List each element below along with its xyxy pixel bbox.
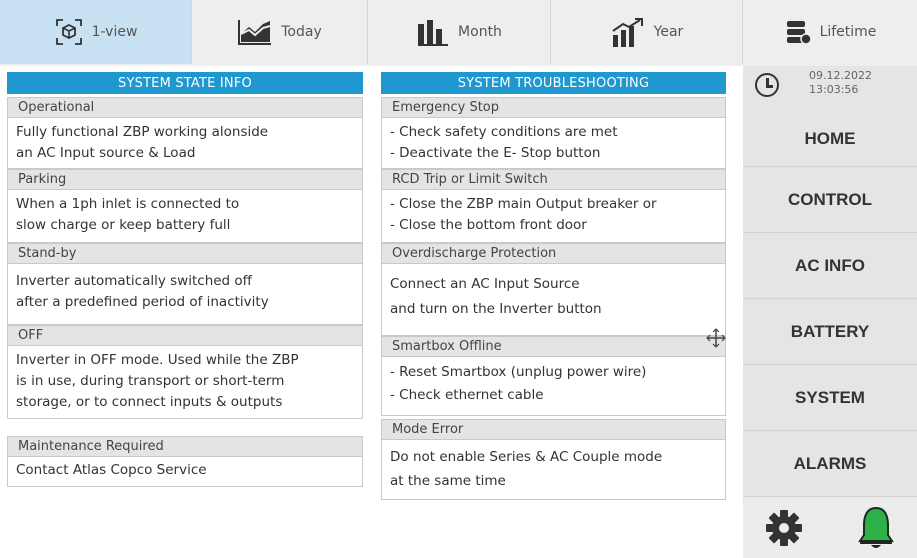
text-line: Connect an AC Input Source [390,276,580,292]
tab-today[interactable]: Today [192,0,368,64]
text-line: storage, or to connect inputs & outputs [16,394,283,410]
tab-bar: 1-view Today Month Year Lifetime [0,0,917,66]
text-line: - Check safety conditions are met [390,124,618,140]
tab-label: 1-view [91,24,138,40]
text-line: - Reset Smartbox (unplug power wire) [390,364,647,380]
nav-alarms-button[interactable]: ALARMS [743,430,917,496]
tab-label: Year [653,24,684,40]
section-body-overdischarge: Connect an AC Input Source and turn on t… [381,264,726,336]
section-body-rcd-trip: - Close the ZBP main Output breaker or -… [381,190,726,243]
nav-home-button[interactable]: HOME [743,106,917,172]
stack-icon [784,18,812,46]
tab-month[interactable]: Month [368,0,551,64]
clock-datetime: 09.12.2022 13:03:56 [809,69,872,97]
text-line: slow charge or keep battery full [16,217,231,233]
text-line: and turn on the Inverter button [390,301,602,317]
section-body-off: Inverter in OFF mode. Used while the ZBP… [7,346,363,419]
panel-title: SYSTEM STATE INFO [7,72,363,94]
section-body-emergency-stop: - Check safety conditions are met - Deac… [381,118,726,169]
section-title-parking: Parking [7,169,363,190]
nav-ac-info-button[interactable]: AC INFO [743,232,917,298]
section-title-smartbox-offline: Smartbox Offline [381,336,726,357]
area-chart-icon [237,18,273,46]
section-body-mode-error: Do not enable Series & AC Couple mode at… [381,440,726,500]
text-line: - Check ethernet cable [390,387,544,403]
text-line: - Deactivate the E- Stop button [390,145,601,161]
text-line: is in use, during transport or short-ter… [16,373,285,389]
section-title-maintenance: Maintenance Required [7,436,363,457]
nav-battery-button[interactable]: BATTERY [743,298,917,364]
panel-title: SYSTEM TROUBLESHOOTING [381,72,726,94]
tab-label: Lifetime [819,24,877,40]
section-body-smartbox-offline: - Reset Smartbox (unplug power wire) - C… [381,357,726,416]
clock-time: 13:03:56 [809,83,859,96]
clock-date: 09.12.2022 [809,69,872,82]
text-line: - Close the bottom front door [390,217,587,233]
text-line: Do not enable Series & AC Couple mode [390,449,663,465]
right-sidebar: 09.12.2022 13:03:56 HOME CONTROL AC INFO… [743,66,917,558]
tab-label: Today [281,24,322,40]
nav-system-button[interactable]: SYSTEM [743,364,917,430]
tab-lifetime[interactable]: Lifetime [743,0,917,64]
clock: 09.12.2022 13:03:56 [743,66,917,106]
section-body-operational: Fully functional ZBP working alonside an… [7,118,363,169]
text-line: Contact Atlas Copco Service [16,462,207,478]
tab-year[interactable]: Year [551,0,743,64]
bar-chart-icon [416,18,450,46]
section-body-parking: When a 1ph inlet is connected to slow ch… [7,190,363,243]
text-line: - Close the ZBP main Output breaker or [390,196,657,212]
nav-control-button[interactable]: CONTROL [743,166,917,232]
section-title-operational: Operational [7,97,363,118]
section-title-mode-error: Mode Error [381,419,726,440]
bottom-toolbar [743,496,917,558]
tab-1-view[interactable]: 1-view [0,0,192,64]
section-body-standby: Inverter automatically switched off afte… [7,264,363,325]
tab-label: Month [458,24,502,40]
cube-arrows-icon [54,17,84,47]
section-title-rcd-trip: RCD Trip or Limit Switch [381,169,726,190]
text-line: at the same time [390,473,506,489]
system-state-panel: SYSTEM STATE INFO Operational Fully func… [7,72,363,487]
bell-icon[interactable] [857,505,895,555]
trend-up-icon [610,17,646,47]
text-line: Inverter in OFF mode. Used while the ZBP [16,352,299,368]
text-line: an AC Input source & Load [16,145,196,161]
section-title-off: OFF [7,325,363,346]
section-body-maintenance: Contact Atlas Copco Service [7,457,363,487]
section-title-standby: Stand-by [7,243,363,264]
text-line: after a predefined period of inactivity [16,294,269,310]
section-title-overdischarge: Overdischarge Protection [381,243,726,264]
section-title-emergency-stop: Emergency Stop [381,97,726,118]
system-troubleshooting-panel: SYSTEM TROUBLESHOOTING Emergency Stop - … [381,72,726,500]
clock-icon [755,73,779,97]
move-cursor-icon [706,328,726,352]
text-line: When a 1ph inlet is connected to [16,196,240,212]
text-line: Fully functional ZBP working alonside [16,124,269,140]
text-line: Inverter automatically switched off [16,273,252,289]
gear-icon[interactable] [765,509,803,551]
